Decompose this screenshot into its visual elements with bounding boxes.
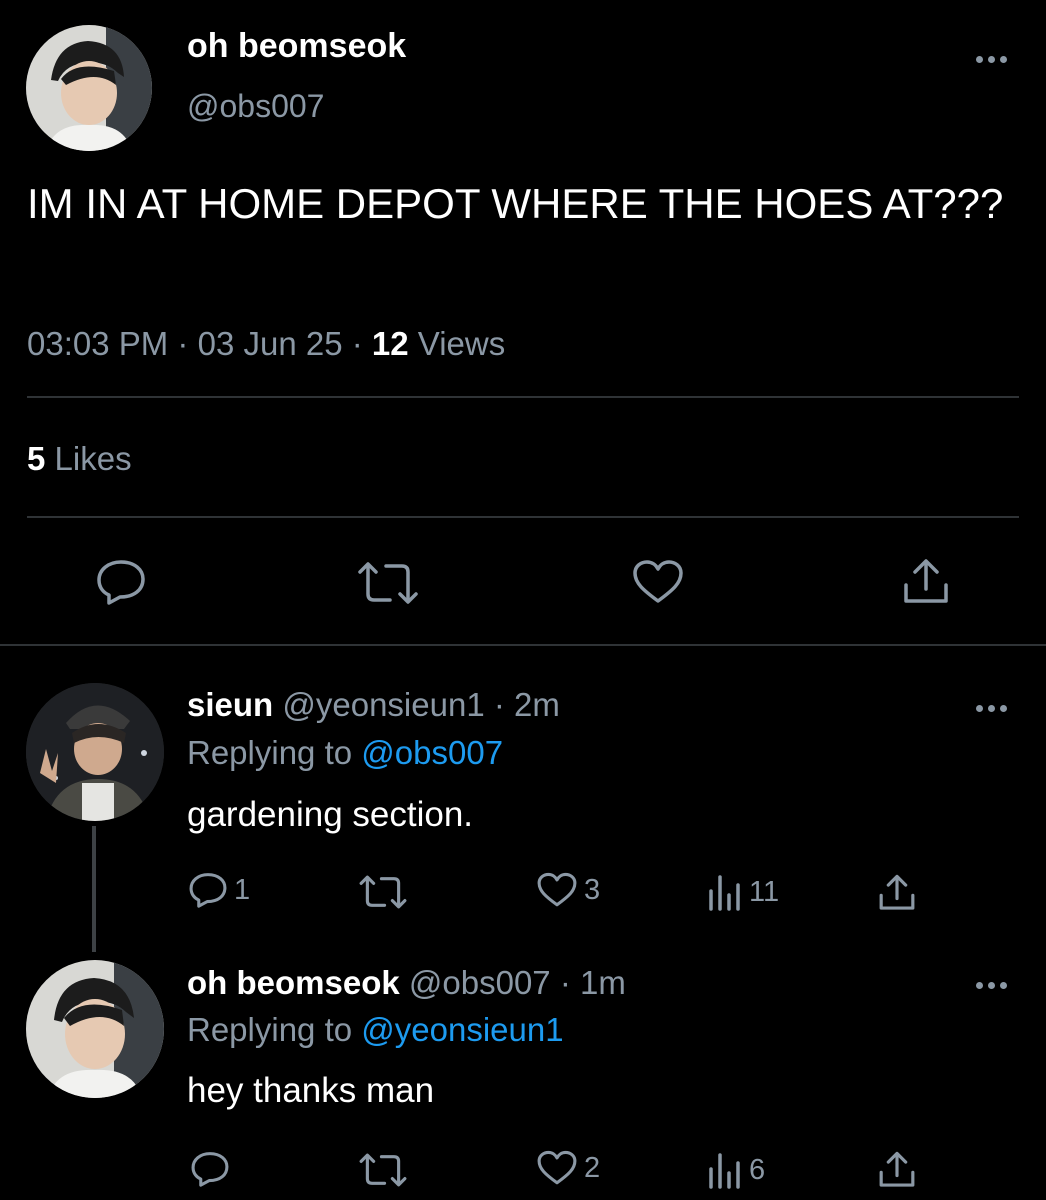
reply-button[interactable] [190,1150,230,1188]
tweet-meta: 03:03 PM · 03 Jun 25 · 12 Views [27,325,505,363]
tweet-date: 03 Jun 25 [197,325,343,362]
views-icon [709,875,740,911]
reply-time: 2m [514,686,560,723]
share-button[interactable] [902,557,950,607]
reply-author-handle[interactable]: @yeonsieun1 [282,686,484,723]
divider [0,644,1046,646]
reply-header: sieun @yeonsieun1 · 2m [187,686,560,724]
reply-text: gardening section. [187,795,474,834]
reply-button[interactable] [95,558,147,606]
retweet-button[interactable] [358,1152,408,1188]
share-icon [879,1151,915,1187]
reply-avatar[interactable] [26,683,164,821]
share-button[interactable] [878,873,916,913]
views-button[interactable]: 6 [707,1151,765,1189]
view-count: 11 [749,875,780,908]
reply-count: 1 [234,873,251,906]
likes-count: 5 [27,440,46,477]
meta-separator: · [493,686,505,723]
likes-stat[interactable]: 5 Likes [27,440,132,478]
tweet-time: 03:03 PM [27,325,169,362]
like-count: 2 [584,1151,601,1184]
share-button[interactable] [878,1150,916,1190]
avatar-photo [26,25,152,151]
replying-mention[interactable]: @obs007 [361,734,503,771]
reply-icon [191,1152,229,1187]
retweet-icon [359,1153,407,1187]
share-icon [904,559,948,603]
meta-separator: · [559,964,571,1001]
thread-line [92,826,96,952]
retweet-icon [358,562,418,604]
views-label: Views [417,325,506,362]
meta-separator: · [351,325,363,362]
divider [27,516,1019,518]
reply-icon [97,560,145,605]
retweet-icon [359,875,407,909]
reply-author-name[interactable]: sieun [187,686,273,723]
avatar-photo [26,683,164,821]
more-icon[interactable] [976,705,1007,712]
replying-prefix: Replying to [187,1011,353,1048]
likes-label: Likes [54,440,132,477]
reply-author-name[interactable]: oh beomseok [187,964,400,1001]
replying-to: Replying to @obs007 [187,734,503,772]
author-avatar[interactable] [26,25,152,151]
author-handle[interactable]: @obs007 [187,88,324,125]
replying-mention[interactable]: @yeonsieun1 [361,1011,563,1048]
meta-separator: · [177,325,189,362]
more-icon[interactable] [976,982,1007,989]
avatar-photo [26,960,164,1098]
like-icon [537,1150,577,1185]
like-icon [633,560,683,603]
author-name[interactable]: oh beomseok [187,27,406,66]
like-icon [537,872,577,907]
reply-author-handle[interactable]: @obs007 [409,964,551,1001]
share-icon [879,874,915,910]
retweet-button[interactable] [356,560,420,606]
like-button[interactable]: 2 [536,1150,600,1186]
replying-prefix: Replying to [187,734,353,771]
like-count: 3 [584,873,601,906]
views-count: 12 [371,325,409,362]
views-button[interactable]: 11 [707,873,779,911]
divider [27,396,1019,398]
reply-text: hey thanks man [187,1071,435,1110]
replying-to: Replying to @yeonsieun1 [187,1011,564,1049]
reply-button[interactable]: 1 [188,871,250,909]
more-icon[interactable] [976,56,1007,63]
like-button[interactable]: 3 [536,872,600,908]
tweet-text: IM IN AT HOME DEPOT WHERE THE HOES AT??? [27,180,1004,227]
reply-avatar[interactable] [26,960,164,1098]
views-icon [709,1153,740,1189]
retweet-button[interactable] [358,874,408,910]
reply-time: 1m [580,964,626,1001]
reply-header: oh beomseok @obs007 · 1m [187,964,626,1002]
view-count: 6 [749,1153,766,1186]
reply-icon [189,873,227,908]
like-button[interactable] [631,559,685,605]
